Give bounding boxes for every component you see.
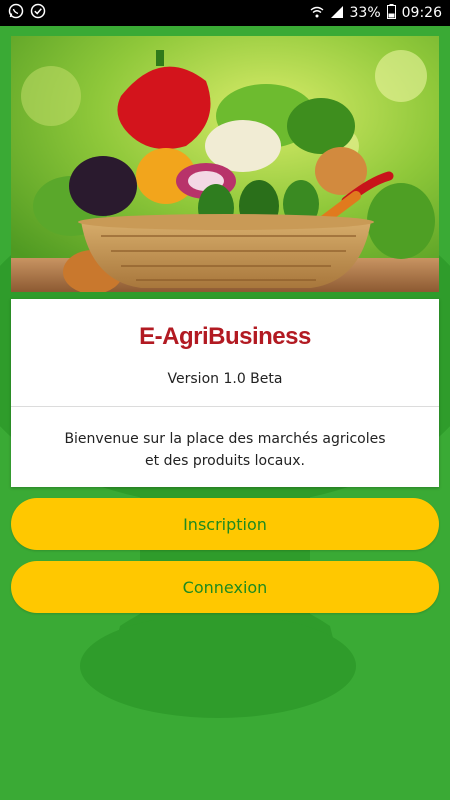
signal-icon bbox=[330, 5, 344, 22]
hero-image bbox=[11, 36, 439, 292]
welcome-message: Bienvenue sur la place des marchés agric… bbox=[11, 407, 439, 472]
check-circle-icon bbox=[30, 3, 46, 23]
card-header: E-AgriBusiness Version 1.0 Beta bbox=[11, 299, 439, 407]
version-label: Version 1.0 Beta bbox=[167, 371, 283, 387]
battery-icon bbox=[386, 4, 396, 22]
whatsapp-icon bbox=[8, 3, 24, 23]
wifi-icon bbox=[310, 5, 324, 22]
battery-percent: 33% bbox=[349, 5, 381, 21]
login-button[interactable]: Connexion bbox=[11, 561, 439, 613]
status-right: 33% 09:26 bbox=[310, 4, 442, 22]
status-left bbox=[8, 3, 46, 23]
info-card: E-AgriBusiness Version 1.0 Beta Bienvenu… bbox=[11, 299, 439, 487]
clock-time: 09:26 bbox=[401, 5, 442, 21]
welcome-line-2: et des produits locaux. bbox=[145, 453, 305, 469]
status-bar: 33% 09:26 bbox=[0, 0, 450, 26]
app-logo: E-AgriBusiness bbox=[139, 323, 311, 350]
welcome-line-1: Bienvenue sur la place des marchés agric… bbox=[64, 431, 386, 447]
signup-button[interactable]: Inscription bbox=[11, 498, 439, 550]
vegetable-basket-illustration bbox=[11, 36, 439, 292]
